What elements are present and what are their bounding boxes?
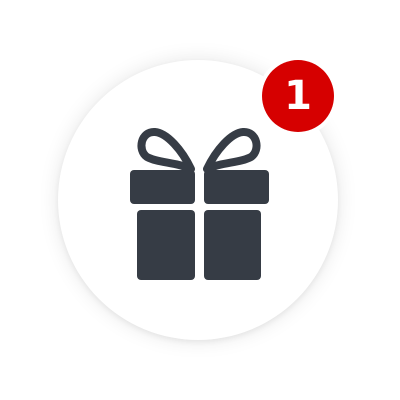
notification-count: 1 [262, 60, 334, 132]
notification-badge[interactable]: 1 [258, 56, 338, 136]
stage: 1 [0, 0, 400, 400]
